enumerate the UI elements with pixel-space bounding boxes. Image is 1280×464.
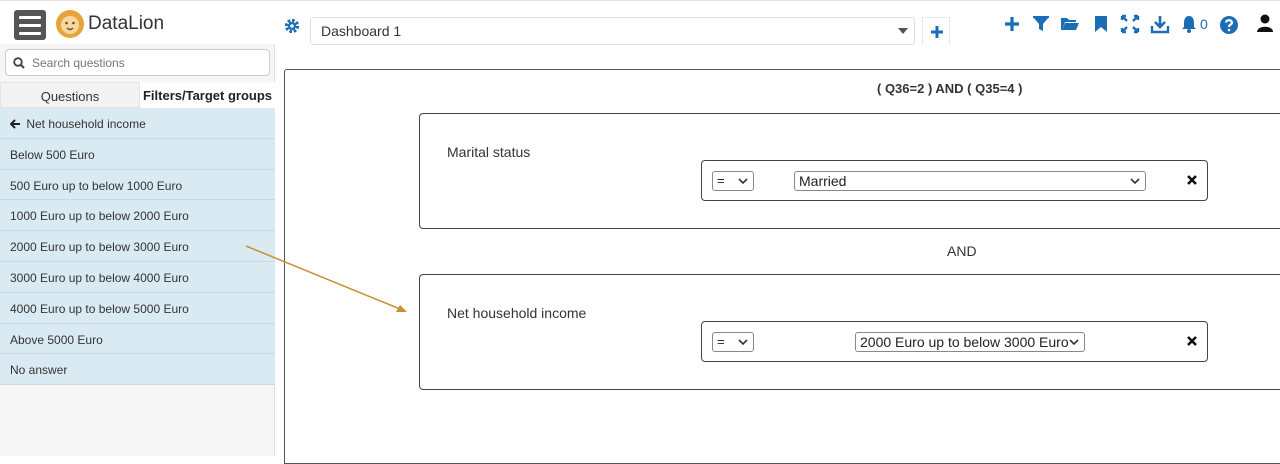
search-icon <box>13 57 25 69</box>
plus-icon[interactable] <box>1002 14 1022 34</box>
filter-icon[interactable] <box>1031 14 1051 34</box>
plus-icon <box>931 26 943 38</box>
condition-label: Net household income <box>447 305 587 321</box>
chevron-down-icon <box>1069 339 1079 346</box>
list-item[interactable]: 3000 Euro up to below 4000 Euro <box>0 261 275 293</box>
help-icon[interactable] <box>1219 15 1239 35</box>
caret-down-icon <box>898 28 908 34</box>
operator-value: = <box>717 334 725 349</box>
folder-open-icon[interactable] <box>1060 14 1080 34</box>
value-text: Married <box>799 173 847 189</box>
dashboard-select-value: Dashboard 1 <box>321 23 402 39</box>
search-input[interactable] <box>32 54 262 72</box>
chevron-down-icon <box>738 178 748 185</box>
condition-row: = Married <box>701 160 1208 201</box>
sidebar-tabs: Questions Filters/Target groups <box>0 82 275 108</box>
menu-icon[interactable] <box>14 10 46 40</box>
download-icon[interactable] <box>1150 14 1170 34</box>
bookmark-icon[interactable] <box>1091 14 1111 34</box>
list-item[interactable]: 500 Euro up to below 1000 Euro <box>0 169 275 201</box>
chevron-down-icon <box>1130 178 1140 185</box>
user-icon[interactable] <box>1255 13 1275 33</box>
list-item[interactable]: Below 500 Euro <box>0 138 275 170</box>
close-icon[interactable] <box>1186 174 1198 186</box>
tab-questions[interactable]: Questions <box>0 82 140 108</box>
notifications-count: 0 <box>1200 16 1208 32</box>
operator-value: = <box>717 173 725 188</box>
filter-panel: ( Q36=2 ) AND ( Q35=4 ) Marital status =… <box>284 69 1280 464</box>
answer-list: Net household income Below 500 Euro 500 … <box>0 108 275 386</box>
list-item[interactable]: 4000 Euro up to below 5000 Euro <box>0 292 275 324</box>
operator-select[interactable]: = <box>712 171 754 191</box>
back-item[interactable]: Net household income <box>0 108 275 139</box>
and-connector: AND <box>947 243 977 259</box>
brand-name: DataLion <box>88 13 165 34</box>
filter-expression: ( Q36=2 ) AND ( Q35=4 ) <box>877 81 1023 96</box>
close-icon[interactable] <box>1186 335 1198 347</box>
list-item[interactable]: 2000 Euro up to below 3000 Euro <box>0 231 275 262</box>
sidebar: Questions Filters/Target groups Net hous… <box>0 44 275 456</box>
list-item[interactable]: Above 5000 Euro <box>0 323 275 355</box>
condition-card: Net household income = 2000 Euro up to b… <box>419 274 1280 390</box>
condition-label: Marital status <box>447 144 531 160</box>
top-border <box>0 0 1280 5</box>
value-text: 2000 Euro up to below 3000 Euro <box>860 334 1069 350</box>
dashboard-select[interactable]: Dashboard 1 <box>310 17 915 45</box>
back-label: Net household income <box>26 117 146 131</box>
list-item[interactable]: 1000 Euro up to below 2000 Euro <box>0 200 275 232</box>
value-select[interactable]: 2000 Euro up to below 3000 Euro <box>855 332 1085 352</box>
condition-card: Marital status = Married <box>419 113 1280 229</box>
bell-icon[interactable] <box>1179 14 1199 34</box>
arrow-left-icon <box>9 119 20 129</box>
tab-filters-target-groups[interactable]: Filters/Target groups <box>140 82 275 108</box>
chevron-down-icon <box>738 339 748 346</box>
lion-logo-icon <box>56 10 84 38</box>
list-item[interactable]: No answer <box>0 354 275 386</box>
add-dashboard-button[interactable] <box>922 17 950 45</box>
fullscreen-icon[interactable] <box>1120 14 1140 34</box>
gear-icon[interactable] <box>282 16 302 36</box>
search-box[interactable] <box>5 49 270 76</box>
value-select[interactable]: Married <box>794 171 1146 191</box>
condition-row: = 2000 Euro up to below 3000 Euro <box>701 321 1208 362</box>
operator-select[interactable]: = <box>712 332 754 352</box>
